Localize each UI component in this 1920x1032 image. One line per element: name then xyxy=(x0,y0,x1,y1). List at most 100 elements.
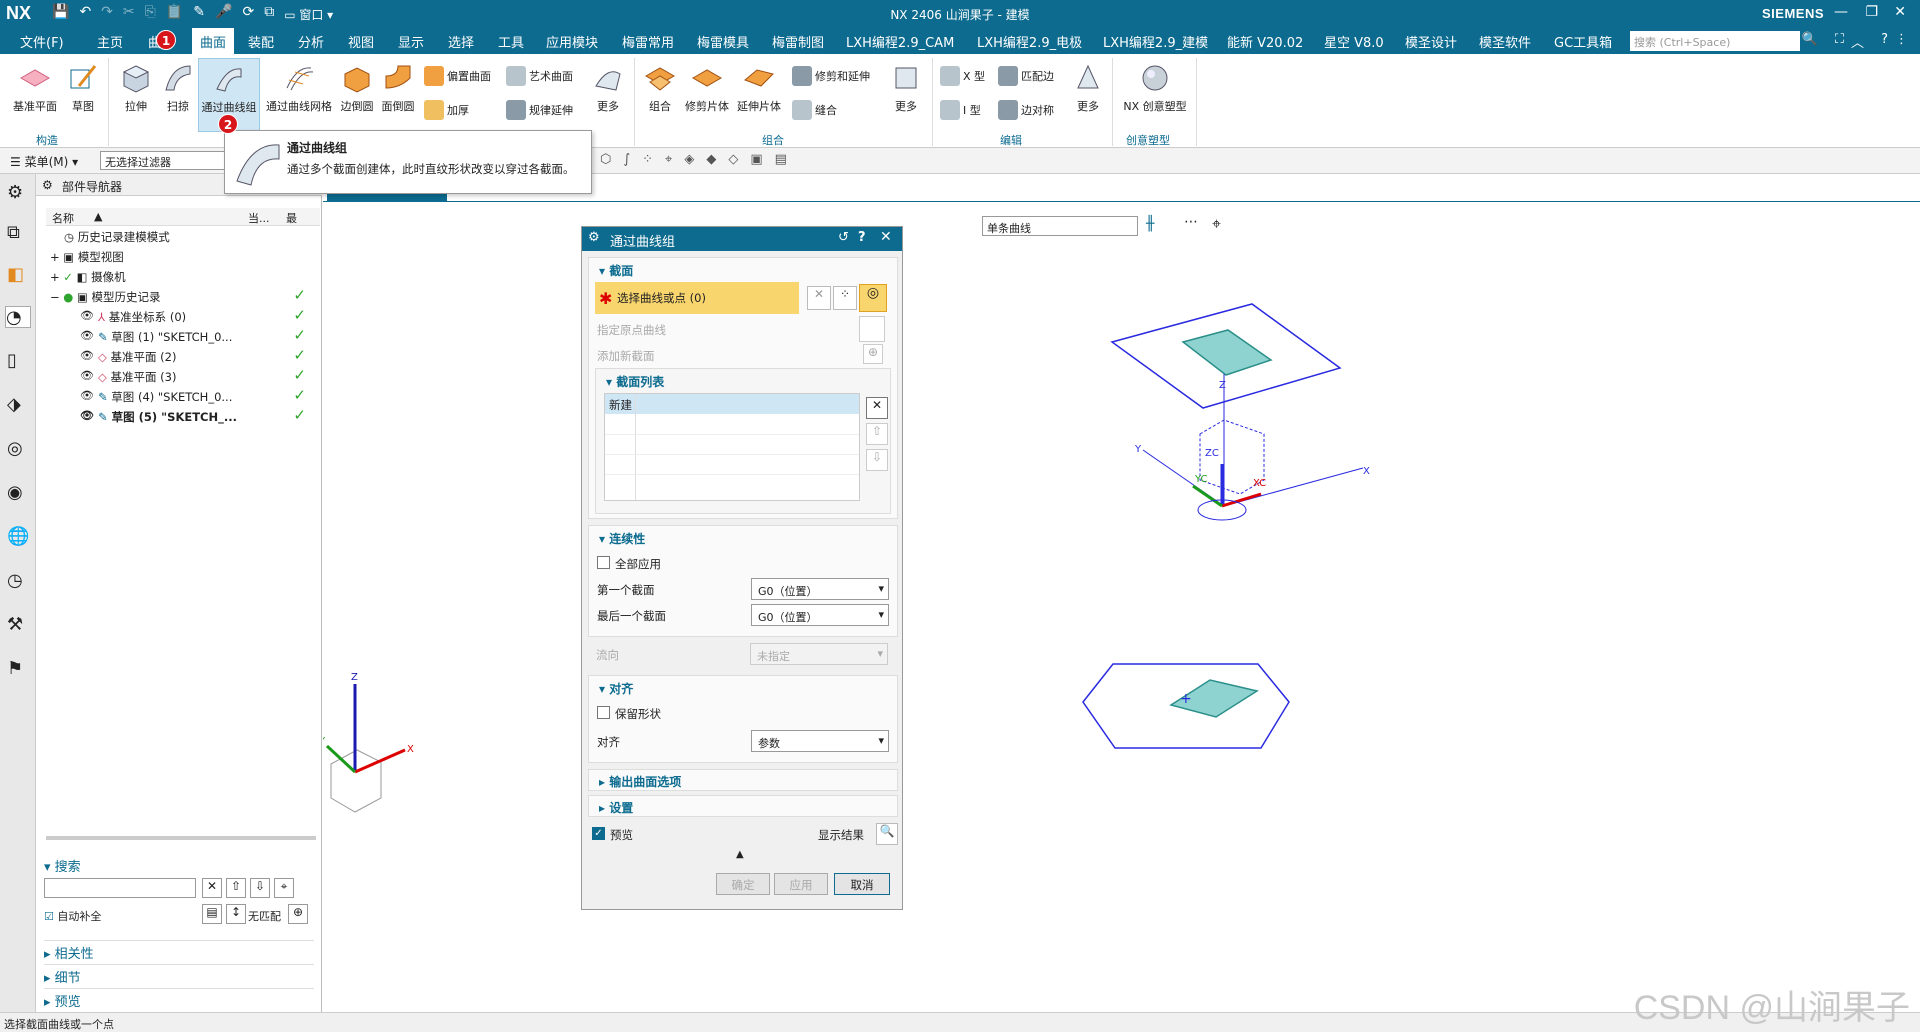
offset-surface-button[interactable]: 偏置曲面 xyxy=(424,66,491,86)
studio-surface-button[interactable]: 艺术曲面 xyxy=(506,66,573,86)
collapse-ribbon-icon[interactable]: ︿ xyxy=(1851,32,1864,51)
settings-header[interactable]: ▸ 设置 xyxy=(599,799,633,816)
body-select-icon[interactable]: ◈ xyxy=(684,152,694,167)
visibility-eye-icon[interactable]: 👁 xyxy=(80,389,94,402)
settings-icon[interactable]: ⚙ xyxy=(7,182,29,204)
tree-row[interactable]: − ● ▣ 模型历史记录 ✓ xyxy=(46,286,320,306)
history-icon[interactable]: ◉ xyxy=(7,482,29,504)
close-icon[interactable]: ✕ xyxy=(880,229,892,245)
close-icon[interactable]: ✕ xyxy=(1894,4,1906,20)
sweep-button[interactable]: 扫掠 xyxy=(158,62,198,114)
origin-curve-icon[interactable] xyxy=(859,316,885,342)
system-materials-icon[interactable]: 🌐 xyxy=(7,526,29,548)
feature-select-icon[interactable]: ◇ xyxy=(728,152,738,167)
continuity-header[interactable]: ▾ 连续性 xyxy=(599,530,645,547)
first-section-dropdown[interactable]: G0（位置） xyxy=(751,578,889,600)
menu-mosheng-design[interactable]: 模圣设计 xyxy=(1405,32,1457,51)
last-section-dropdown[interactable]: G0（位置） xyxy=(751,604,889,626)
more-surface-button[interactable]: 更多 xyxy=(590,62,626,114)
visibility-eye-icon[interactable]: 👁 xyxy=(80,349,94,362)
deselect-icon[interactable]: ✕ xyxy=(807,286,831,310)
gear-icon[interactable]: ⚙ xyxy=(588,230,600,245)
menu-xingkong[interactable]: 星空 V8.0 xyxy=(1324,32,1384,51)
ok-button[interactable]: 确定 xyxy=(716,873,770,895)
clock-icon[interactable]: ◷ xyxy=(7,570,29,592)
cancel-button[interactable]: 取消 xyxy=(834,873,890,895)
menu-meilei-common[interactable]: 梅雷常用 xyxy=(622,32,674,51)
command-search-input[interactable]: 搜索 (Ctrl+Space) xyxy=(1630,31,1800,51)
menu-lxh-modeling[interactable]: LXH编程2.9_建模 xyxy=(1103,32,1208,51)
search-filter-icon[interactable]: ▤ xyxy=(202,904,222,924)
settings-group[interactable]: ▸ 设置 xyxy=(588,795,898,817)
datum-plane-button[interactable]: 基准平面 xyxy=(10,62,60,114)
menu-lxh-cam[interactable]: LXH编程2.9_CAM xyxy=(846,32,954,51)
tree-row[interactable]: 👁 ✎ 草图 (5) "SKETCH_... ✓ xyxy=(46,406,320,426)
more-edit-button[interactable]: 更多 xyxy=(1070,62,1106,114)
preview-section[interactable]: ▸ 预览 xyxy=(44,988,314,1010)
alignment-dropdown[interactable]: 参数 xyxy=(751,730,889,752)
extrude-button[interactable]: 拉伸 xyxy=(116,62,156,114)
assembly-navigator-icon[interactable]: ⧉ xyxy=(7,222,29,244)
section-header[interactable]: ▾ 截面 xyxy=(599,262,633,279)
curve-mesh-button[interactable]: 通过曲线网格 xyxy=(264,62,334,114)
hd3d-icon[interactable]: ⬗ xyxy=(7,394,29,416)
flow-direction-dropdown[interactable]: 未指定 xyxy=(750,643,888,665)
section-list-row-new[interactable]: 新建 xyxy=(605,394,859,414)
sew-button[interactable]: 缝合 xyxy=(792,100,837,120)
trim-sheet-button[interactable]: 修剪片体 xyxy=(682,62,732,114)
search-options-icon[interactable]: ⌖ xyxy=(274,878,294,898)
section-list-table[interactable]: 新建 xyxy=(604,393,860,501)
tree-row[interactable]: + ✓ ◧ 摄像机 xyxy=(46,266,320,286)
tree-row[interactable]: 👁 ✎ 草图 (1) "SKETCH_0... ✓ xyxy=(46,326,320,346)
menu-assembly[interactable]: 装配 xyxy=(248,32,274,51)
preview-checkbox[interactable]: ✓ xyxy=(592,827,605,840)
visibility-eye-icon[interactable]: 👁 xyxy=(80,309,94,322)
face-select-icon[interactable]: ◆ xyxy=(706,152,716,167)
help-icon[interactable]: ? xyxy=(1881,32,1888,47)
visibility-eye-icon[interactable]: 👁 xyxy=(80,369,94,382)
column-name[interactable]: 名称 xyxy=(52,210,74,226)
splitter[interactable] xyxy=(46,836,316,840)
details-section[interactable]: ▸ 细节 xyxy=(44,964,314,986)
collapse-arrow-icon[interactable]: ▲ xyxy=(736,849,744,860)
more-combine-button[interactable]: 更多 xyxy=(888,62,924,114)
fullscreen-icon[interactable]: ⛶ xyxy=(1835,32,1844,47)
visibility-eye-icon[interactable]: 👁 xyxy=(80,329,94,342)
constraint-navigator-icon[interactable]: ◧ xyxy=(7,264,29,286)
match-edge-button[interactable]: 匹配边 xyxy=(998,66,1054,86)
menu-view[interactable]: 视图 xyxy=(348,32,374,51)
menu-file[interactable]: 文件(F) xyxy=(20,32,64,51)
cube-select-icon[interactable]: ⬡ xyxy=(600,152,611,167)
visibility-eye-icon[interactable]: 👁 xyxy=(80,409,94,422)
move-up-icon[interactable]: ⇧ xyxy=(866,423,888,445)
point-dialog-icon[interactable]: ⁘ xyxy=(833,286,857,310)
x-form-button[interactable]: X 型 xyxy=(940,66,985,86)
search-down-icon[interactable]: ⇩ xyxy=(250,878,270,898)
menu-button[interactable]: ☰ 菜单(M) ▾ xyxy=(10,153,78,170)
role-icon[interactable]: ⚑ xyxy=(7,658,29,680)
menu-meilei-mold[interactable]: 梅雷模具 xyxy=(697,32,749,51)
search-section-header[interactable]: ▾ 搜索 xyxy=(44,856,81,875)
navigator-search-input[interactable] xyxy=(44,878,196,898)
tree-row[interactable]: + ▣ 模型视图 xyxy=(46,246,320,266)
add-section-icon[interactable]: ⊕ xyxy=(863,344,883,364)
menu-analysis[interactable]: 分析 xyxy=(298,32,324,51)
menu-display[interactable]: 显示 xyxy=(398,32,424,51)
web-browser-icon[interactable]: ◎ xyxy=(7,438,29,460)
sketch-button[interactable]: 草图 xyxy=(66,62,100,114)
menu-nengxin[interactable]: 能新 V20.02 xyxy=(1227,32,1303,51)
sort-icon[interactable]: ▲ xyxy=(94,210,102,223)
menu-lxh-electrode[interactable]: LXH编程2.9_电极 xyxy=(977,32,1082,51)
column-latest[interactable]: 最 xyxy=(286,210,297,226)
law-extension-button[interactable]: 规律延伸 xyxy=(506,100,573,120)
curve-selection-icon[interactable]: ◎ xyxy=(859,284,887,312)
process-studio-icon[interactable]: ⚒ xyxy=(7,614,29,636)
preserve-shape-checkbox[interactable] xyxy=(597,706,610,719)
remove-section-icon[interactable]: ✕ xyxy=(866,397,888,419)
point-select-icon[interactable]: ⁘ xyxy=(642,152,653,167)
output-options-group[interactable]: ▸ 输出曲面选项 xyxy=(588,769,898,791)
realize-shape-button[interactable]: NX 创意塑型 xyxy=(1120,62,1190,114)
menu-gc-toolbox[interactable]: GC工具箱 xyxy=(1554,32,1612,51)
snap-icon[interactable]: ⌖ xyxy=(665,152,672,167)
tree-row[interactable]: 👁 ⅄ 基准坐标系 (0) ✓ xyxy=(46,306,320,326)
